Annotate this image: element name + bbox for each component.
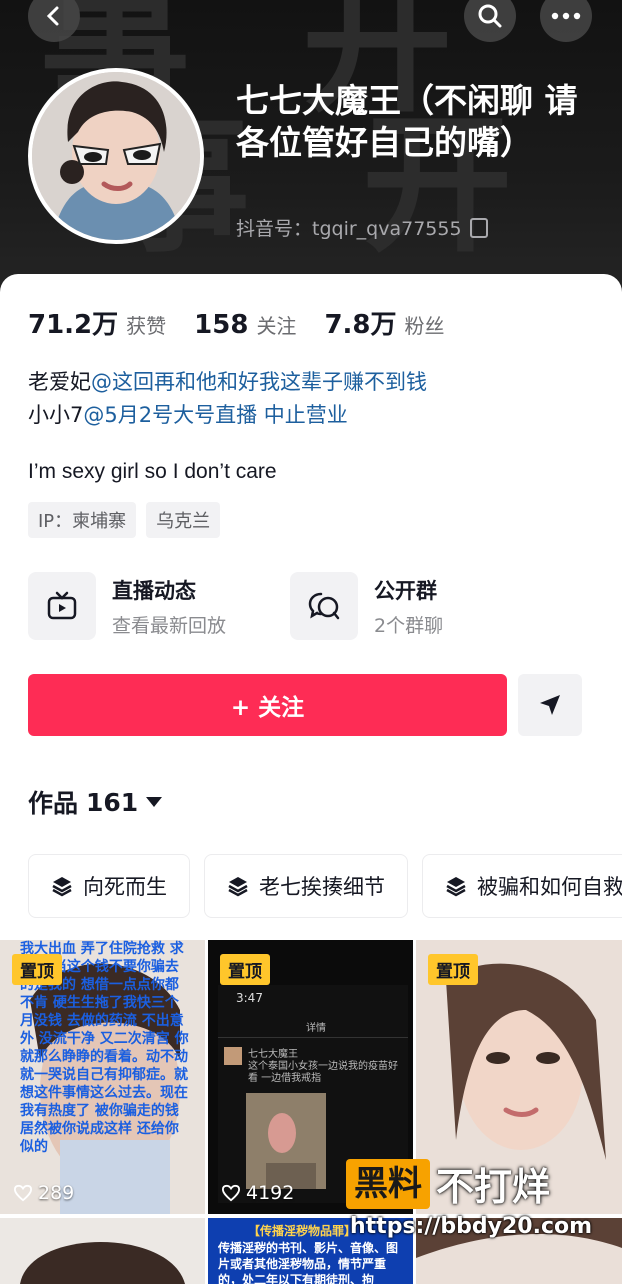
video-likes-count: 289: [38, 1182, 75, 1204]
pinned-badge: 置顶: [12, 954, 62, 985]
works-tab[interactable]: 作品 161: [28, 784, 163, 820]
feature-row: 直播动态 查看最新回放 公开群 2个群聊: [28, 572, 552, 640]
tv-icon: [28, 572, 96, 640]
search-icon: [478, 4, 502, 28]
collection-title: 向死而生: [83, 875, 167, 899]
bio-mention-1[interactable]: @这回再和他和好我这辈子赚不到钱: [91, 370, 427, 394]
chat-bubbles-icon: [290, 572, 358, 640]
collections-row: 向死而生 老七挨揍细节 被骗和如何自救: [28, 854, 622, 918]
video-likes-count: 4192: [246, 1182, 295, 1204]
stat-following-label: 关注: [256, 314, 297, 338]
site-watermark: 黑料 不打烊: [346, 1156, 550, 1211]
live-updates-subtitle: 查看最新回放: [112, 614, 227, 637]
row2-text: 传播淫秽的书刊、影片、音像、图片或者其他淫秽物品，情节严重的，处二年以下有期徒刑…: [218, 1241, 399, 1284]
chevron-left-icon: [46, 6, 59, 26]
bio-mention-2[interactable]: @5月2号大号直播 中止营业: [83, 403, 347, 427]
layers-icon: [52, 877, 72, 897]
layers-icon: [446, 877, 466, 897]
profile-header: 事 开 事 开 七七大魔王（不闲聊 请各位管好自己的嘴） 抖音号：tgqir_q…: [0, 0, 622, 300]
collection-title: 老七挨揍细节: [259, 875, 385, 899]
douyin-id-text: 抖音号：tgqir_qva77555: [236, 218, 462, 240]
stat-following-number: 158: [194, 310, 249, 340]
row2-banner: 【传播淫秽物品罪】: [248, 1224, 357, 1238]
stat-followers-number: 7.8万: [324, 310, 397, 340]
bio-line-1: 老爱妃@这回再和他和好我这辈子赚不到钱: [28, 366, 427, 399]
tag-ip-location: IP：柬埔寨: [28, 502, 137, 538]
live-updates-entry[interactable]: 直播动态 查看最新回放: [28, 572, 290, 640]
collection-chip[interactable]: 老七挨揍细节: [204, 854, 408, 918]
watermark-text: 不打烊: [436, 1165, 551, 1209]
profile-tags: IP：柬埔寨 乌克兰: [28, 502, 221, 538]
profile-bio: 老爱妃@这回再和他和好我这辈子赚不到钱 小小7@5月2号大号直播 中止营业: [28, 366, 427, 432]
bio-line-2-prefix: 小小7: [28, 403, 84, 427]
screenshot-user: 七七大魔王: [248, 1049, 298, 1060]
screenshot-time: 3:47: [236, 991, 263, 1005]
douyin-id-row[interactable]: 抖音号：tgqir_qva77555: [236, 214, 488, 241]
video-tile[interactable]: 我大出血 弄了住院抢救 求你 就当这个钱不要你骗去的是我的 想借一点点你都不肯 …: [0, 940, 205, 1214]
profile-card: 71.2万 获赞 158 关注 7.8万 粉丝 老爱妃@这回再和他和好我这辈子赚…: [0, 274, 622, 1284]
copy-icon[interactable]: [469, 217, 488, 238]
stat-followers[interactable]: 7.8万 粉丝: [324, 304, 444, 341]
video-tile[interactable]: [0, 1218, 205, 1284]
video-likes: 4192: [222, 1182, 294, 1204]
pinned-badge: 置顶: [220, 954, 270, 985]
stat-likes[interactable]: 71.2万 获赞: [28, 304, 166, 341]
follow-button-label: + 关注: [230, 695, 305, 721]
stats-row: 71.2万 获赞 158 关注 7.8万 粉丝: [28, 304, 445, 341]
avatar[interactable]: [28, 68, 204, 244]
works-label: 作品: [28, 789, 79, 818]
stat-likes-number: 71.2万: [28, 310, 119, 340]
collection-title: 被骗和如何自救: [477, 875, 622, 899]
more-dots-icon: [551, 12, 581, 20]
stat-likes-label: 获赞: [126, 314, 167, 338]
public-group-title: 公开群: [374, 578, 437, 603]
video-likes: 289: [14, 1182, 74, 1204]
share-button[interactable]: [518, 674, 582, 736]
pinned-badge: 置顶: [428, 954, 478, 985]
screenshot-message: 这个泰国小女孩一边说我的疫苗好看 一边借我戒指: [248, 1061, 398, 1084]
works-count: 161: [86, 787, 139, 817]
collection-chip[interactable]: 被骗和如何自救: [422, 854, 622, 918]
layers-icon: [228, 877, 248, 897]
watermark-logo: 黑料: [346, 1158, 430, 1209]
screenshot-title: 详情: [306, 1023, 326, 1034]
bio-line-2: 小小7@5月2号大号直播 中止营业: [28, 399, 427, 432]
public-group-subtitle: 2个群聊: [374, 614, 444, 637]
caret-down-icon: [146, 797, 163, 807]
bio-line-1-prefix: 老爱妃: [28, 370, 91, 394]
bio-tagline: I’m sexy girl so I don’t care: [28, 460, 277, 483]
profile-nickname: 七七大魔王（不闲聊 请各位管好自己的嘴）: [236, 81, 578, 162]
send-arrow-icon: [540, 695, 560, 715]
watermark-url: https://bbdy20.com: [350, 1214, 593, 1239]
heart-icon: [14, 1184, 32, 1202]
follow-button[interactable]: + 关注: [28, 674, 507, 736]
stat-following[interactable]: 158 关注: [194, 310, 296, 340]
video-thumbnail-image: [0, 1218, 205, 1284]
collection-chip[interactable]: 向死而生: [28, 854, 190, 918]
heart-icon: [222, 1184, 240, 1202]
screenshot-photo: [246, 1093, 326, 1189]
stat-followers-label: 粉丝: [404, 314, 445, 338]
public-group-entry[interactable]: 公开群 2个群聊: [290, 572, 552, 640]
live-updates-title: 直播动态: [112, 578, 196, 603]
avatar-portrait-image: [32, 72, 200, 240]
tag-region: 乌克兰: [146, 502, 221, 538]
